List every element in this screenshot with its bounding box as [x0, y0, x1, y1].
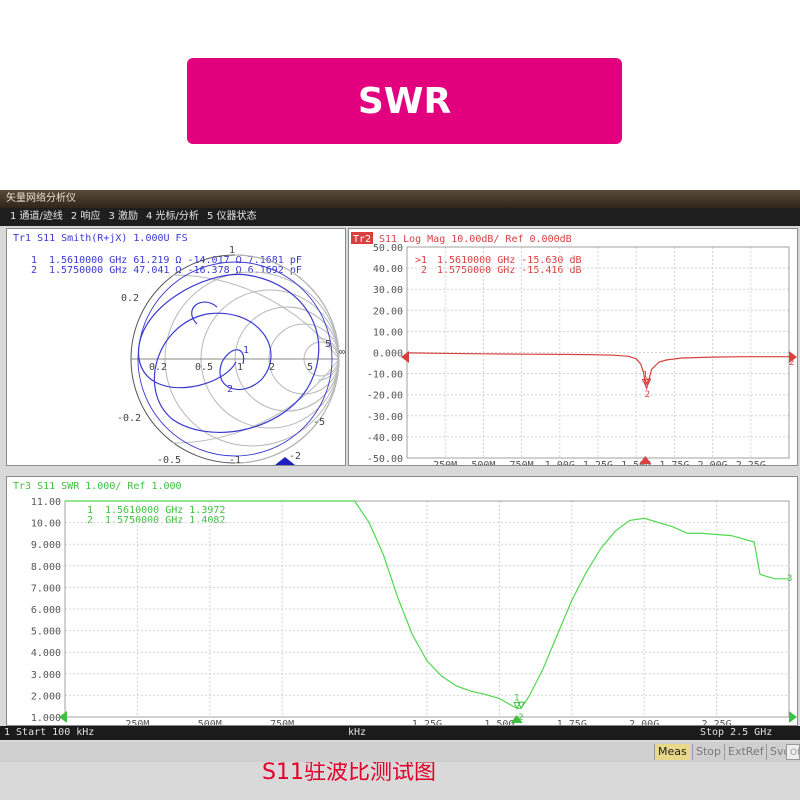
logmag-x-tick-label: 500M	[471, 460, 495, 466]
swr-x-ticks: 250M 500M 750M 1.25G 1.50G 1.75G 2.00G 2.25G	[125, 719, 732, 726]
tr2-badge[interactable]: Tr2	[353, 234, 371, 245]
smith-center-tick-5: 5	[307, 362, 313, 373]
smith-tick-bottom-left: -0.5	[157, 455, 181, 466]
smith-tick-top: 1	[229, 245, 235, 256]
logmag-y-tick-label: 30.00	[373, 285, 403, 296]
logmag-y-tick-label: 10.00	[373, 327, 403, 338]
swr-chart-svg: Tr3 S11 SWR 1.000/ Ref 1.000 1 1.5610000…	[13, 481, 797, 726]
swr-ref-arrow-right[interactable]	[789, 711, 797, 723]
swr-marker-2-readout: 1.5750000 GHz 1.4082	[105, 515, 225, 526]
logmag-x-ticks: 250M 500M 750M 1.00G 1.25G 1.50G 1.75G 2.00G 2.2…	[433, 460, 766, 466]
swr-header: Tr3 S11 SWR 1.000/ Ref 1.000	[13, 481, 182, 492]
swr-y-tick-label: 10.00	[31, 519, 61, 530]
smith-center-tick-3: 1	[237, 362, 243, 373]
menu-response[interactable]: 2 响应	[71, 208, 101, 226]
smith-tick-left: 0.2	[121, 293, 139, 304]
smith-marker-2-label: 2	[31, 265, 37, 276]
logmag-x-tick-label: 2.00G	[698, 460, 728, 466]
meas-button[interactable]: Meas	[654, 744, 690, 760]
smith-tick-bottom: -1	[229, 455, 241, 466]
stop-button[interactable]: Stop	[692, 744, 724, 760]
menu-channel-trace[interactable]: 1 通道/迹线	[10, 208, 63, 226]
logmag-y-tick-label: 50.00	[373, 243, 403, 254]
logmag-trace-number: 2	[789, 358, 794, 368]
swr-y-tick-label: 3.000	[31, 670, 61, 681]
logmag-y-tick-label: 40.00	[373, 264, 403, 275]
smith-center-tick-1: 0.2	[149, 362, 167, 373]
smith-marker-2-flag: 2	[227, 384, 233, 395]
extref-button[interactable]: ExtRef	[724, 744, 767, 760]
menu-marker-analysis[interactable]: 4 光标/分析	[146, 208, 199, 226]
logmag-y-tick-label: 20.00	[373, 306, 403, 317]
swr-y-tick-label: 8.000	[31, 562, 61, 573]
smith-header: Tr1 S11 Smith(R+jX) 1.000U FS	[13, 233, 188, 244]
menu-instrument-state[interactable]: 5 仪器状态	[207, 208, 257, 226]
logmag-panel[interactable]: Tr2 S11 Log Mag 10.00dB/ Ref 0.000dB >1 …	[348, 228, 798, 466]
smith-infinity-tick: ∞	[339, 347, 345, 358]
status-bar: 1 Start 100 kHz kHz Stop 2.5 GHz	[0, 726, 800, 740]
swr-x-tick-label: 1.50G	[484, 719, 514, 726]
vna-window: 矢量网络分析仪 1 通道/迹线 2 响应 3 激励 4 光标/分析 5 仪器状态…	[0, 190, 800, 800]
smith-tick-right: 5	[325, 339, 331, 350]
bottom-toolbar: Meas Stop ExtRef Svc Off	[0, 742, 800, 762]
logmag-y-tick-label: -30.00	[367, 412, 403, 423]
swr-y-tick-label: 5.000	[31, 627, 61, 638]
swr-x-tick-label: 1.75G	[557, 719, 587, 726]
swr-x-tick-label: 2.25G	[702, 719, 732, 726]
swr-y-tick-label: 1.000	[31, 713, 61, 724]
swr-y-tick-label: 4.000	[31, 648, 61, 659]
logmag-x-tick-label: 1.25G	[583, 460, 613, 466]
logmag-y-tick-label: -40.00	[367, 433, 403, 444]
menu-stimulus[interactable]: 3 激励	[108, 208, 138, 226]
swr-x-tick-label: 1.25G	[412, 719, 442, 726]
swr-y-tick-label: 7.000	[31, 583, 61, 594]
window-title: 矢量网络分析仪	[0, 190, 800, 208]
smith-center-tick-2: 0.5	[195, 362, 213, 373]
logmag-y-tick-label: 0.000	[373, 349, 403, 360]
swr-y-ticks: 11.00 10.00 9.000 8.000 7.000 6.000 5.000 4.000…	[31, 497, 61, 724]
swr-x-tick-label: 250M	[125, 719, 149, 726]
logmag-x-tick-label: 1.00G	[545, 460, 575, 466]
status-unit: kHz	[348, 727, 367, 738]
logmag-markers: 12	[639, 370, 652, 464]
smith-marker-1-flag: 1	[243, 345, 249, 356]
smith-tick-bottom-right: -2	[289, 451, 301, 462]
swr-x-tick-label: 750M	[270, 719, 294, 726]
status-start[interactable]: 1 Start 100 kHz	[4, 726, 94, 740]
smith-tick-left-low: -0.2	[117, 413, 141, 424]
swr-x-tick-label: 500M	[198, 719, 222, 726]
menu-bar: 1 通道/迹线 2 响应 3 激励 4 光标/分析 5 仪器状态	[0, 208, 800, 226]
swr-grid	[64, 500, 790, 718]
logmag-marker-2-number: 2	[645, 390, 650, 400]
logmag-y-tick-label: -20.00	[367, 391, 403, 402]
logmag-y-tick-label: -50.00	[367, 454, 403, 465]
smith-tick-right-low: -5	[313, 417, 325, 428]
swr-trace-number: 3	[787, 574, 792, 584]
status-stop[interactable]: Stop 2.5 GHz	[700, 726, 772, 740]
banner-title: SWR	[357, 80, 452, 122]
off-button[interactable]: Off	[786, 744, 800, 760]
smith-center-tick-4: 2	[269, 362, 275, 373]
logmag-x-tick-label: 2.25G	[736, 460, 766, 466]
logmag-marker-2-label: 2	[421, 265, 427, 276]
swr-y-tick-label: 2.000	[31, 691, 61, 702]
swr-marker-2-label: 2	[87, 515, 93, 526]
logmag-y-tick-label: -10.00	[367, 370, 403, 381]
smith-chart-svg: Tr1 S11 Smith(R+jX) 1.000U FS 1 1.561000…	[13, 233, 345, 466]
logmag-x-tick-label: 250M	[433, 460, 457, 466]
swr-y-tick-label: 9.000	[31, 540, 61, 551]
swr-y-tick-label: 11.00	[31, 497, 61, 508]
logmag-x-tick-label: 750M	[510, 460, 534, 466]
swr-title-banner: SWR	[187, 58, 622, 144]
smith-chart-panel[interactable]: Tr1 S11 Smith(R+jX) 1.000U FS 1 1.561000…	[6, 228, 346, 466]
logmag-header: S11 Log Mag 10.00dB/ Ref 0.000dB	[379, 234, 572, 245]
logmag-chart-svg: Tr2 S11 Log Mag 10.00dB/ Ref 0.000dB >1 …	[351, 232, 797, 466]
logmag-y-ticks: 50.00 40.00 30.00 20.00 10.00 0.000 -10.00 -20.…	[367, 243, 403, 465]
swr-panel[interactable]: Tr3 S11 SWR 1.000/ Ref 1.000 1 1.5610000…	[6, 476, 798, 726]
logmag-grid	[406, 246, 790, 459]
swr-y-tick-label: 6.000	[31, 605, 61, 616]
logmag-marker-2-readout: 1.5750000 GHz -15.416 dB	[437, 265, 582, 276]
swr-x-tick-label: 2.00G	[629, 719, 659, 726]
logmag-x-tick-label: 1.75G	[659, 460, 689, 466]
